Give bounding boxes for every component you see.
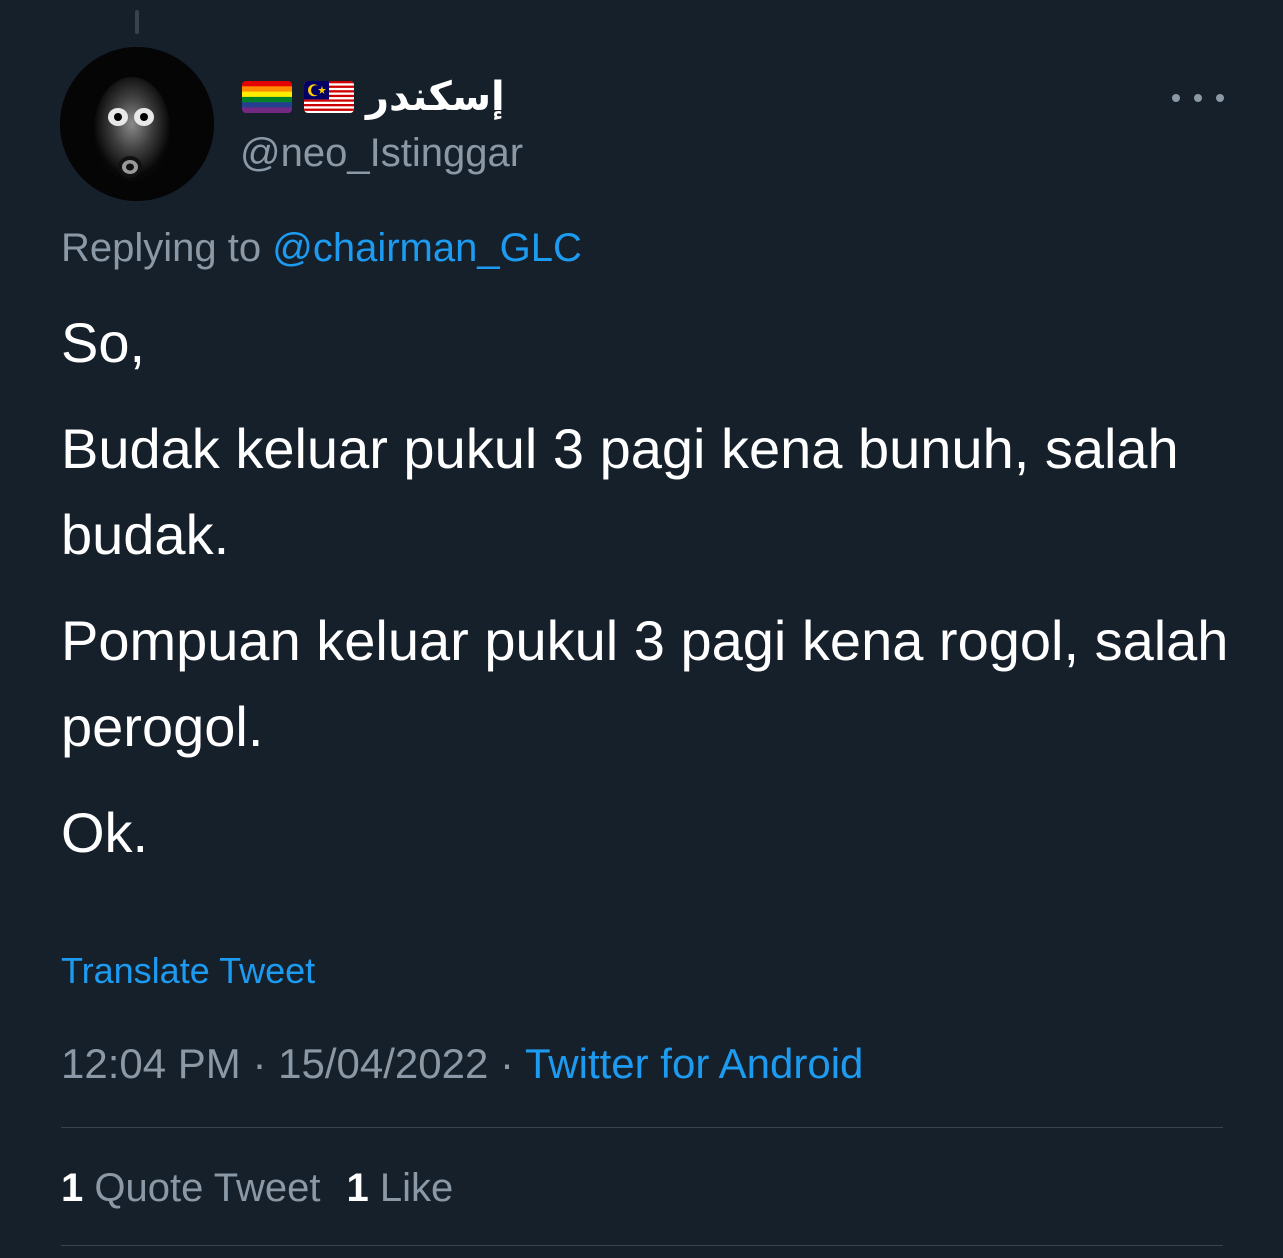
avatar[interactable] — [60, 47, 214, 201]
tweet-text: So, Budak keluar pukul 3 pagi kena bunuh… — [61, 300, 1231, 896]
quote-count: 1 — [61, 1166, 84, 1210]
tweet-detail-page: إسكندر @neo_Istinggar Replying to @chair… — [0, 0, 1283, 1258]
tweet-paragraph: Pompuan keluar pukul 3 pagi kena rogol, … — [61, 609, 1229, 758]
divider — [61, 1127, 1223, 1128]
tweet-source-link[interactable]: Twitter for Android — [525, 1040, 863, 1087]
tweet-meta: 12:04 PM · 15/04/2022 · Twitter for Andr… — [61, 1037, 863, 1091]
reply-mention-link[interactable]: @chairman_GLC — [272, 226, 582, 270]
likes-stat[interactable]: 1 Like — [346, 1162, 453, 1214]
author-display-name[interactable]: إسكندر — [366, 72, 505, 122]
more-dot — [1216, 94, 1224, 102]
rainbow-flag-icon — [242, 81, 292, 113]
meta-separator: · — [252, 1040, 267, 1087]
tweet-stats: 1 Quote Tweet 1 Like — [61, 1162, 453, 1214]
replying-to-label: Replying to — [61, 226, 262, 270]
translate-tweet-link[interactable]: Translate Tweet — [61, 946, 315, 996]
author-name-row[interactable]: إسكندر — [242, 72, 505, 122]
like-count: 1 — [346, 1166, 369, 1210]
quote-tweets-stat[interactable]: 1 Quote Tweet — [61, 1162, 320, 1214]
tweet-paragraph: So, — [61, 311, 146, 374]
tweet-paragraph: Ok. — [61, 801, 149, 864]
thread-connector-line — [135, 10, 139, 34]
malaysia-flag-icon — [304, 81, 354, 113]
author-handle[interactable]: @neo_Istinggar — [240, 128, 523, 178]
tweet-time[interactable]: 12:04 PM — [61, 1040, 241, 1087]
quote-label: Quote Tweet — [94, 1166, 321, 1210]
replying-to: Replying to @chairman_GLC — [61, 222, 582, 274]
divider — [61, 1245, 1223, 1246]
more-options-icon[interactable] — [1172, 84, 1224, 112]
tweet-date[interactable]: 15/04/2022 — [278, 1040, 488, 1087]
more-dot — [1194, 94, 1202, 102]
like-label: Like — [379, 1166, 454, 1210]
tweet-paragraph: Budak keluar pukul 3 pagi kena bunuh, sa… — [61, 417, 1179, 566]
meta-separator: · — [500, 1040, 515, 1087]
more-dot — [1172, 94, 1180, 102]
avatar-image — [60, 47, 214, 201]
